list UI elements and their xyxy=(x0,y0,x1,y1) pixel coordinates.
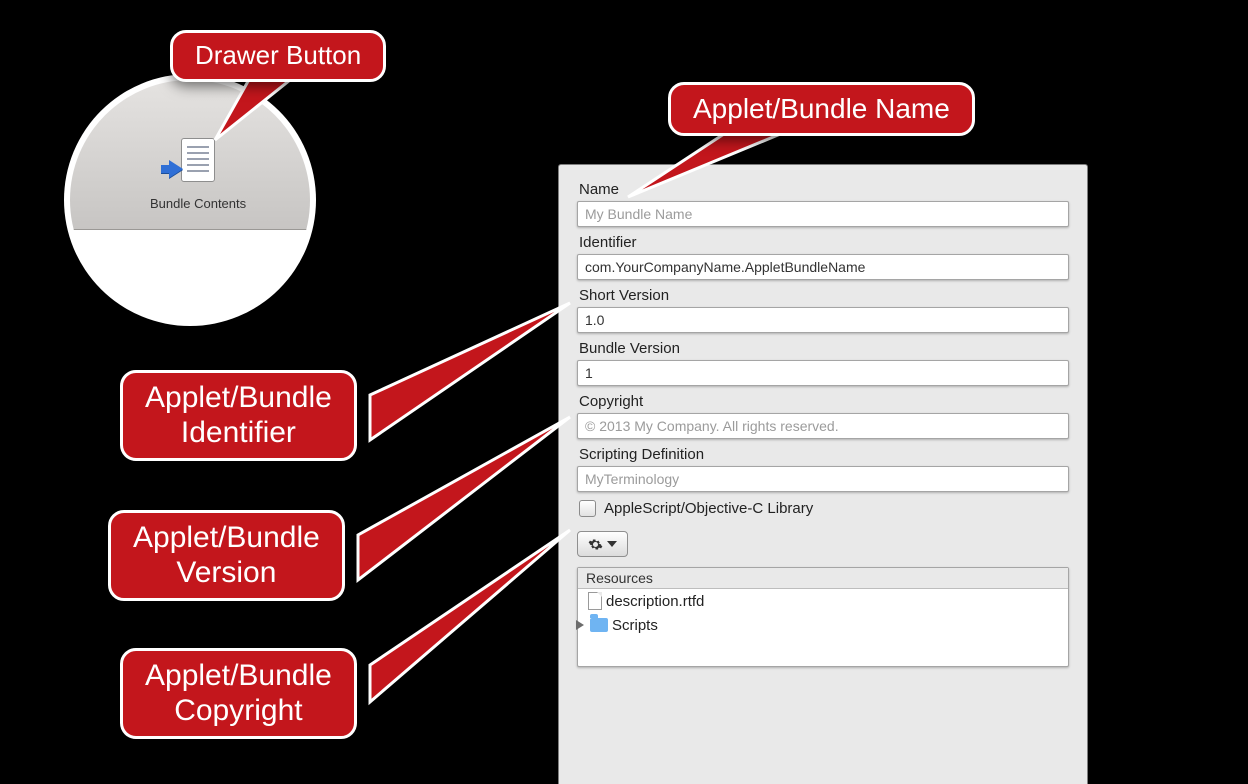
callout-copyright: Applet/Bundle Copyright xyxy=(120,648,357,739)
resource-file-label: description.rtfd xyxy=(606,593,704,610)
bundle-contents-button[interactable]: Bundle Contents xyxy=(150,138,246,211)
action-menu-button[interactable] xyxy=(577,531,628,557)
copyright-input[interactable]: © 2013 My Company. All rights reserved. xyxy=(577,413,1069,439)
disclosure-triangle-icon[interactable] xyxy=(576,620,584,630)
name-input[interactable]: My Bundle Name xyxy=(577,201,1069,227)
drawer-button-callout-circle: Bundle Contents xyxy=(70,80,310,320)
callout-identifier: Applet/Bundle Identifier xyxy=(120,370,357,461)
callout-identifier-text: Applet/Bundle Identifier xyxy=(145,381,332,450)
identifier-input[interactable]: com.YourCompanyName.AppletBundleName xyxy=(577,254,1069,280)
gear-icon xyxy=(588,537,603,552)
library-checkbox[interactable] xyxy=(579,500,596,517)
resource-item-folder[interactable]: Scripts xyxy=(578,613,1068,637)
chevron-down-icon xyxy=(607,541,617,547)
bundle-contents-panel: Name My Bundle Name Identifier com.YourC… xyxy=(558,164,1088,784)
bundle-version-label: Bundle Version xyxy=(579,340,1069,357)
callout-drawer-button: Drawer Button xyxy=(170,30,386,82)
resources-list: Resources description.rtfd Scripts xyxy=(577,567,1069,667)
library-checkbox-label: AppleScript/Objective-C Library xyxy=(604,500,813,517)
folder-icon xyxy=(590,618,608,632)
bundle-version-input[interactable]: 1 xyxy=(577,360,1069,386)
short-version-input[interactable]: 1.0 xyxy=(577,307,1069,333)
callout-bundle-name-text: Applet/Bundle Name xyxy=(693,93,950,125)
name-label: Name xyxy=(579,181,1069,198)
document-icon xyxy=(588,592,602,610)
callout-bundle-name: Applet/Bundle Name xyxy=(668,82,975,136)
resource-item-file[interactable]: description.rtfd xyxy=(578,589,1068,613)
scripting-definition-label: Scripting Definition xyxy=(579,446,1069,463)
copyright-label: Copyright xyxy=(579,393,1069,410)
bundle-contents-icon xyxy=(175,138,221,188)
callout-version-text: Applet/Bundle Version xyxy=(133,521,320,590)
callout-copyright-text: Applet/Bundle Copyright xyxy=(145,659,332,728)
resources-header: Resources xyxy=(578,568,1068,589)
identifier-label: Identifier xyxy=(579,234,1069,251)
scripting-definition-input[interactable]: MyTerminology xyxy=(577,466,1069,492)
short-version-label: Short Version xyxy=(579,287,1069,304)
bundle-contents-label: Bundle Contents xyxy=(150,196,246,211)
library-checkbox-row: AppleScript/Objective-C Library xyxy=(579,500,1069,517)
editor-background xyxy=(70,230,310,320)
callout-drawer-button-text: Drawer Button xyxy=(195,41,361,71)
callout-version: Applet/Bundle Version xyxy=(108,510,345,601)
resource-folder-label: Scripts xyxy=(612,617,658,634)
